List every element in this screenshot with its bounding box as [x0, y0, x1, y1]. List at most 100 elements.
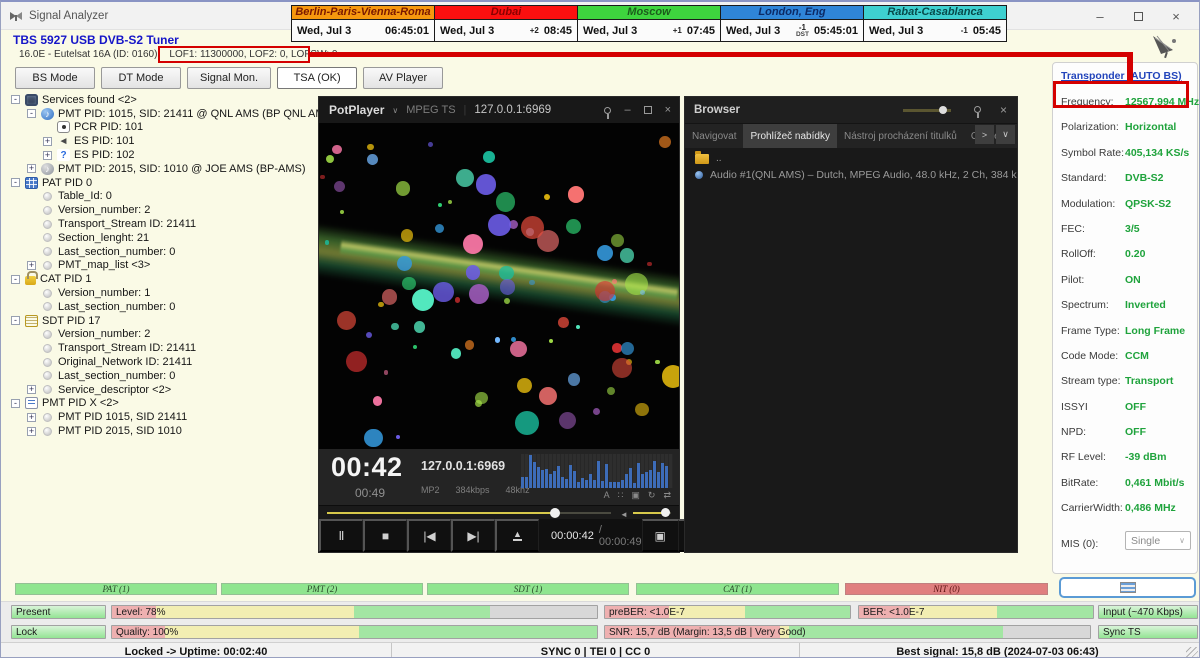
tree-item[interactable]: Transport_Stream ID: 21411: [7, 217, 317, 231]
transponder-row: FEC:3/5: [1053, 216, 1197, 241]
tree-expander[interactable]: +: [27, 427, 36, 436]
seek-bar[interactable]: ◄: [319, 505, 679, 519]
tab-bs-mode[interactable]: BS Mode: [15, 67, 95, 89]
audio-track-item[interactable]: Audio #1(QNL AMS) – Dutch, MPEG Audio, 4…: [685, 164, 1017, 181]
tree-item[interactable]: -PMT PID X <2>: [7, 397, 317, 411]
tree-item[interactable]: +PMT_map_list <3>: [7, 259, 317, 273]
tree-item[interactable]: Original_Network ID: 21411: [7, 355, 317, 369]
seek-handle[interactable]: [550, 508, 560, 518]
tree-expander[interactable]: +: [43, 137, 52, 146]
tree-expander[interactable]: +: [27, 164, 36, 173]
clock-time-row: Wed, Jul 3-105:45: [863, 20, 1007, 42]
folder-up-item[interactable]: ..: [685, 148, 1017, 164]
status-bar: Locked -> Uptime: 00:02:40 SYNC 0 | TEI …: [1, 642, 1199, 658]
volume-handle[interactable]: [661, 508, 670, 517]
tab-tsa-ok-[interactable]: TSA (OK): [277, 67, 357, 89]
mis-select[interactable]: Single ∨: [1125, 531, 1191, 550]
eject-button[interactable]: ▲: [495, 519, 539, 552]
video-area[interactable]: [319, 123, 679, 449]
tree-item[interactable]: Last_section_number: 0: [7, 245, 317, 259]
tree-item-label: Version_number: 2: [58, 328, 150, 340]
tree-item-label: Version_number: 2: [58, 204, 150, 216]
stop-button[interactable]: ■: [363, 519, 407, 552]
tree-item[interactable]: Last_section_number: 0: [7, 369, 317, 383]
tree-item[interactable]: PCR PID: 101: [7, 121, 317, 135]
tree-item[interactable]: Section_lenght: 21: [7, 231, 317, 245]
tree-expander[interactable]: -: [11, 95, 20, 104]
minimize-button[interactable]: –: [1081, 3, 1119, 29]
browser-titlebar[interactable]: Browser ×: [685, 97, 1017, 123]
chevron-down-icon[interactable]: ∨: [392, 106, 398, 115]
tree-item[interactable]: Version_number: 1: [7, 286, 317, 300]
meter-present: Present: [11, 605, 106, 619]
tree-expander[interactable]: +: [27, 385, 36, 394]
tree-expander[interactable]: -: [27, 109, 36, 118]
aspect-ratio-icon[interactable]: ∷: [618, 490, 624, 501]
volume-icon[interactable]: ◄: [620, 510, 628, 519]
screen-mode-button[interactable]: ▣: [642, 519, 678, 552]
next-button[interactable]: ▶|: [451, 519, 495, 552]
ab-repeat-icon[interactable]: A: [604, 490, 610, 501]
potplayer-titlebar[interactable]: PotPlayer ∨ MPEG TS | 127.0.0.1:6969 – ×: [319, 97, 679, 123]
resize-grip[interactable]: [1186, 647, 1198, 658]
capture-icon[interactable]: ▣: [631, 490, 640, 501]
field-value: CCM: [1125, 350, 1149, 362]
player-close-button[interactable]: ×: [665, 104, 671, 116]
tree-item[interactable]: Last_section_number: 0: [7, 300, 317, 314]
tree-item[interactable]: -♪PMT PID: 1015, SID: 21411 @ QNL AMS (B…: [7, 107, 317, 121]
tree-item[interactable]: Transport_Stream ID: 21411: [7, 341, 317, 355]
pin-icon[interactable]: [974, 106, 981, 113]
tab-dt-mode[interactable]: DT Mode: [101, 67, 181, 89]
pin-icon[interactable]: [604, 107, 611, 114]
tree-item[interactable]: +◄ES PID: 101: [7, 134, 317, 148]
tabs-more-button[interactable]: ∨: [996, 125, 1015, 144]
maximize-button[interactable]: [1119, 3, 1157, 29]
opacity-slider[interactable]: [903, 109, 951, 112]
tab-av-player[interactable]: AV Player: [363, 67, 443, 89]
shuffle-icon[interactable]: ⇄: [663, 490, 671, 501]
offset-value: -1: [961, 27, 968, 34]
transponder-row: Modulation:QPSK-S2: [1053, 191, 1197, 216]
meter-sync: Sync TS: [1098, 625, 1198, 639]
tree-item[interactable]: Version_number: 2: [7, 328, 317, 342]
browser-title: Browser: [694, 104, 740, 116]
tree-item[interactable]: -PAT PID 0: [7, 176, 317, 190]
tree-expander[interactable]: +: [43, 151, 52, 160]
tree-item[interactable]: -Services found <2>: [7, 93, 317, 107]
browser-tab-1[interactable]: Navigovat: [685, 124, 743, 148]
tree-expander[interactable]: -: [11, 316, 20, 325]
tab-signal-mon-[interactable]: Signal Mon.: [187, 67, 271, 89]
transponder-row: CarrierWidth:0,486 MHz: [1053, 495, 1197, 520]
export-button[interactable]: [1059, 577, 1196, 598]
transponder-row: Pilot:ON: [1053, 267, 1197, 292]
tree-expander[interactable]: -: [11, 178, 20, 187]
browser-tab-2[interactable]: Prohlížeč nabídky: [743, 124, 837, 148]
tree-expander[interactable]: -: [11, 399, 20, 408]
tree-item[interactable]: Version_number: 2: [7, 203, 317, 217]
tree-item[interactable]: Table_Id: 0: [7, 190, 317, 204]
player-minimize-button[interactable]: –: [624, 104, 630, 116]
previous-button[interactable]: |◀: [407, 519, 451, 552]
tree-expander[interactable]: -: [11, 275, 20, 284]
tree-item[interactable]: +Service_descriptor <2>: [7, 383, 317, 397]
tree-item[interactable]: +PMT PID 1015, SID 21411: [7, 410, 317, 424]
browser-close-button[interactable]: ×: [1000, 103, 1007, 117]
browser-tab-3[interactable]: Nástroj procházení titulků: [837, 124, 964, 148]
tabs-scroll-next-button[interactable]: >: [975, 125, 994, 144]
tree-expander[interactable]: +: [27, 413, 36, 422]
player-maximize-button[interactable]: [644, 106, 652, 114]
tree-item[interactable]: -SDT PID 17: [7, 314, 317, 328]
close-button[interactable]: ×: [1157, 3, 1195, 29]
tree-item[interactable]: +♪PMT PID: 2015, SID: 1010 @ JOE AMS (BP…: [7, 162, 317, 176]
repeat-icon[interactable]: ↻: [648, 490, 656, 501]
tree-item[interactable]: +?ES PID: 102: [7, 148, 317, 162]
tree-item[interactable]: -CAT PID 1: [7, 272, 317, 286]
tree-expander[interactable]: +: [27, 261, 36, 270]
tree-item[interactable]: +PMT PID 2015, SID 1010: [7, 424, 317, 438]
field-label: BitRate:: [1061, 477, 1098, 489]
field-label: NPD:: [1061, 426, 1086, 438]
dot-icon: [43, 206, 52, 215]
seek-progress: [327, 512, 555, 514]
slider-handle[interactable]: [939, 106, 947, 114]
pause-button[interactable]: Ⅱ: [319, 519, 363, 552]
